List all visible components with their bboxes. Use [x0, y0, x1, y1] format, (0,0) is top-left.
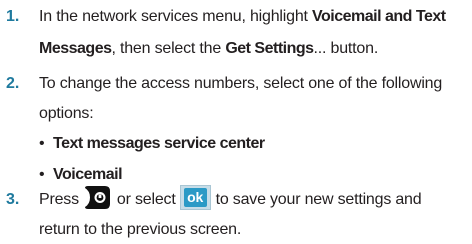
bold-term: Get Settings: [225, 40, 314, 57]
step-text: Press: [39, 191, 79, 208]
list-item: • Text messages service center: [39, 130, 265, 157]
ok-label: ok: [183, 188, 207, 208]
bullet-icon: •: [39, 135, 45, 152]
step-text-line: Messages, then select the Get Settings..…: [39, 35, 469, 62]
step-text: ... button.: [313, 40, 379, 57]
step-text: , then select the: [111, 40, 226, 57]
step-text-line: options:: [39, 105, 94, 122]
step-text: In the network services menu, highlight: [39, 8, 313, 25]
manual-page: 1. In the network services menu, highlig…: [0, 0, 472, 244]
step-text: to save your new settings and: [215, 191, 422, 208]
list-item: • Voicemail: [39, 161, 123, 188]
bold-term: Messages: [39, 40, 112, 57]
step-text-line: In the network services menu, highlight …: [39, 3, 469, 30]
step-text-line: return to the previous screen.: [39, 221, 242, 238]
step-text: or select: [116, 191, 176, 208]
bold-term: Voicemail and Text: [312, 8, 446, 25]
step-text-line: Press or select ok to save your new settin…: [39, 185, 469, 213]
option-label: Voicemail: [53, 166, 123, 183]
step-number: 1.: [6, 8, 20, 25]
step-number: 3.: [6, 191, 20, 208]
step-number: 2.: [6, 75, 20, 92]
option-label: Text messages service center: [53, 135, 265, 152]
bullet-icon: •: [39, 166, 45, 183]
end-key-icon: [83, 185, 111, 210]
ok-softkey-icon: ok: [179, 185, 211, 211]
step-text-line: To change the access numbers, select one…: [39, 75, 443, 92]
